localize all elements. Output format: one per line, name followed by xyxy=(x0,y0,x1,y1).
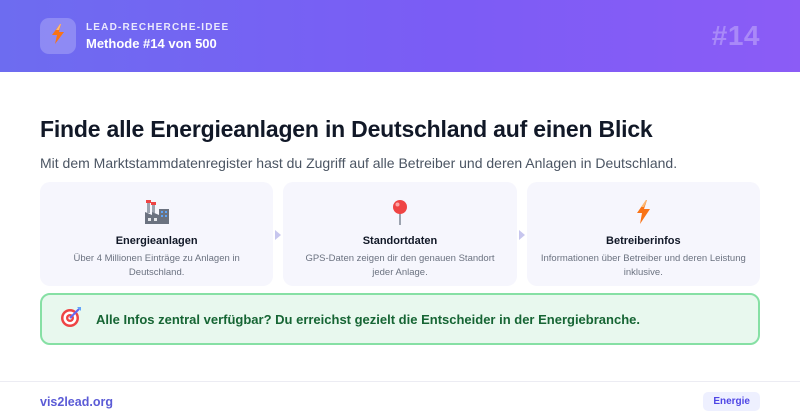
card-description: Über 4 Millionen Einträge zu Anlagen in … xyxy=(73,253,240,278)
feature-cards: Energieanlagen Über 4 Millionen Einträge… xyxy=(40,182,760,286)
card-title: Standortdaten xyxy=(362,235,438,247)
category-badge: Energie xyxy=(703,392,760,411)
feature-card-energieanlagen: Energieanlagen Über 4 Millionen Einträge… xyxy=(40,182,282,286)
footer-link[interactable]: vis2lead.org xyxy=(40,395,113,409)
feature-card-standortdaten: Standortdaten GPS-Daten zeigen dir den g… xyxy=(283,182,525,286)
page-subtitle: Mit dem Marktstammdatenregister hast du … xyxy=(40,155,678,171)
card-title: Betreiberinfos xyxy=(606,235,681,247)
card-title: Energieanlagen xyxy=(115,235,198,247)
logo-badge xyxy=(40,18,76,54)
card-description: Informationen über Betreiber und deren L… xyxy=(540,253,746,278)
pin-icon xyxy=(390,198,410,226)
card-description: GPS-Daten zeigen dir den genauen Standor… xyxy=(305,253,495,278)
target-icon xyxy=(60,306,82,333)
header-eyebrow: LEAD-RECHERCHE-IDEE xyxy=(86,21,230,33)
lightning-icon xyxy=(635,198,651,226)
footer-divider xyxy=(0,381,800,382)
page-title: Finde alle Energieanlagen in Deutschland… xyxy=(40,116,653,142)
factory-icon xyxy=(144,198,170,226)
method-number: #14 xyxy=(711,20,760,51)
callout-box: Alle Infos zentral verfügbar? Du erreich… xyxy=(40,293,760,345)
chevron-right-icon xyxy=(518,230,525,240)
chevron-right-icon xyxy=(275,230,282,240)
lightning-icon xyxy=(50,23,66,49)
callout-text: Alle Infos zentral verfügbar? Du erreich… xyxy=(96,311,640,327)
header-banner: LEAD-RECHERCHE-IDEE Methode #14 von 500 … xyxy=(0,0,800,72)
method-label: Methode #14 von 500 xyxy=(86,35,217,51)
feature-card-betreiberinfos: Betreiberinfos Informationen über Betrei… xyxy=(526,182,760,286)
